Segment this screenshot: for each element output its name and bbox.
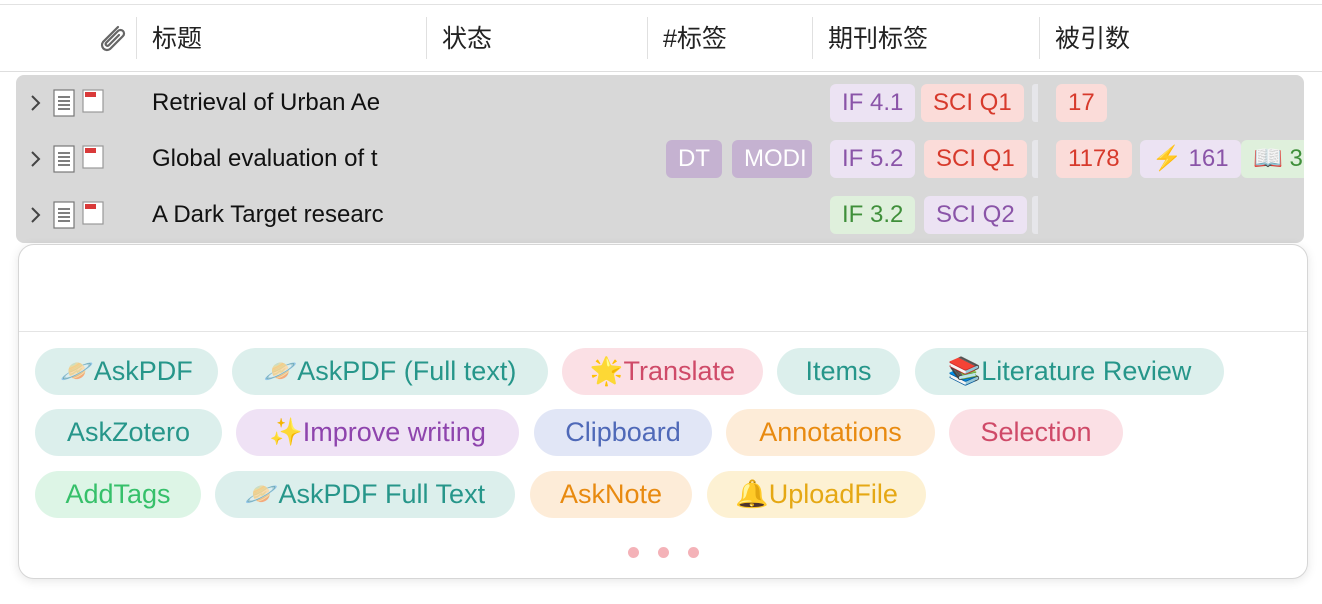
chip-uploadfile[interactable]: 🔔UploadFile — [707, 471, 926, 518]
selected-items: Retrieval of Urban Ae IF 4.1 SCI Q1 17 G… — [16, 75, 1304, 243]
column-citations[interactable]: 被引数 — [1055, 5, 1130, 69]
chevron-right-icon[interactable] — [28, 93, 44, 113]
divider — [19, 331, 1307, 332]
pdf-icon — [82, 201, 104, 225]
pdf-icon — [82, 89, 104, 113]
citation-count: 17 — [1056, 84, 1107, 122]
table-row[interactable]: Global evaluation of t DT MODI IF 5.2 SC… — [16, 131, 1304, 187]
chip-addtags[interactable]: AddTags — [35, 471, 201, 518]
journal-tag-overflow — [1032, 140, 1038, 178]
chip-askpdf-full-text[interactable]: 🪐AskPDF (Full text) — [232, 348, 548, 395]
journal-tag-sci: SCI Q2 — [924, 196, 1027, 234]
prompt-input[interactable] — [19, 245, 1307, 331]
item-title: Retrieval of Urban Ae — [152, 89, 381, 116]
influential-citations: ⚡ 161 — [1140, 140, 1241, 178]
journal-tag-overflow — [1032, 196, 1038, 234]
column-tags[interactable]: #标签 — [663, 5, 727, 69]
pdf-icon — [82, 145, 104, 169]
item-title: Global evaluation of t — [152, 145, 378, 172]
chip-asknote[interactable]: AskNote — [530, 471, 692, 518]
journal-tag-if: IF 3.2 — [830, 196, 916, 234]
table-row[interactable]: A Dark Target researc IF 3.2 SCI Q2 — [16, 187, 1304, 243]
chip-literature-review[interactable]: 📚Literature Review — [915, 348, 1224, 395]
tag-modis[interactable]: MODI — [732, 140, 812, 178]
journal-tag-overflow — [1032, 84, 1038, 122]
column-status[interactable]: 状态 — [442, 5, 492, 69]
pager-dot[interactable] — [628, 547, 639, 558]
chip-translate[interactable]: 🌟Translate — [562, 348, 763, 395]
column-header: 标题 状态 #标签 期刊标签 被引数 — [0, 4, 1322, 72]
chip-items[interactable]: Items — [777, 348, 900, 395]
reference-count: 📖 3 — [1241, 140, 1304, 178]
chip-askzotero[interactable]: AskZotero — [35, 409, 222, 456]
chip-askpdf-full-text-2[interactable]: 🪐AskPDF Full Text — [215, 471, 515, 518]
command-panel: 🪐AskPDF 🪐AskPDF (Full text) 🌟Translate I… — [18, 244, 1308, 579]
journal-tag-if: IF 5.2 — [830, 140, 916, 178]
chip-askpdf[interactable]: 🪐AskPDF — [35, 348, 218, 395]
column-separator — [426, 17, 427, 59]
tag-dt[interactable]: DT — [666, 140, 722, 178]
chip-clipboard[interactable]: Clipboard — [534, 409, 712, 456]
document-icon — [53, 89, 75, 117]
table-row[interactable]: Retrieval of Urban Ae IF 4.1 SCI Q1 17 — [16, 75, 1304, 131]
pager-dot[interactable] — [688, 547, 699, 558]
chip-improve-writing[interactable]: ✨Improve writing — [236, 409, 519, 456]
chip-selection[interactable]: Selection — [949, 409, 1123, 456]
column-separator — [647, 17, 648, 59]
paperclip-icon[interactable] — [94, 21, 130, 57]
column-separator — [1039, 17, 1040, 59]
journal-tag-if: IF 4.1 — [830, 84, 916, 122]
journal-tag-sci: SCI Q1 — [921, 84, 1024, 122]
column-journal-tags[interactable]: 期刊标签 — [828, 5, 928, 69]
column-separator — [812, 17, 813, 59]
column-title[interactable]: 标题 — [152, 5, 202, 69]
chip-annotations[interactable]: Annotations — [726, 409, 935, 456]
citation-count: 1178 — [1056, 140, 1132, 178]
pager-dot[interactable] — [658, 547, 669, 558]
column-separator — [136, 17, 137, 59]
item-title: A Dark Target researc — [152, 201, 384, 228]
chevron-right-icon[interactable] — [28, 205, 44, 225]
journal-tag-sci: SCI Q1 — [924, 140, 1027, 178]
document-icon — [53, 201, 75, 229]
document-icon — [53, 145, 75, 173]
chevron-right-icon[interactable] — [28, 149, 44, 169]
